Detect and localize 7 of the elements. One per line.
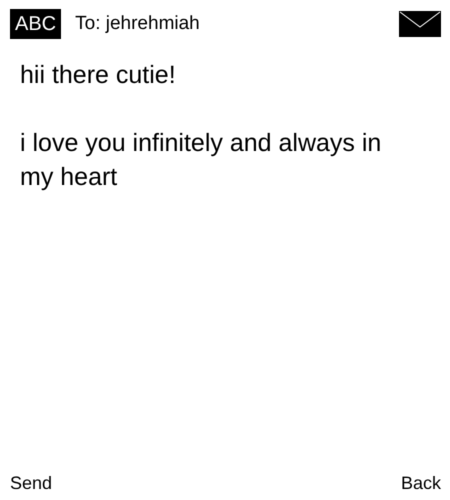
envelope-icon bbox=[399, 11, 441, 37]
recipient-label: To: jehrehmiah bbox=[75, 13, 201, 35]
back-softkey[interactable]: Back bbox=[400, 472, 441, 494]
message-text: hii there cutie! bbox=[20, 60, 177, 91]
send-softkey[interactable]: Send bbox=[10, 472, 52, 494]
message-text: i love you infinitely and always in my heart bbox=[20, 128, 382, 193]
input-mode-indicator: ABC bbox=[10, 9, 62, 39]
